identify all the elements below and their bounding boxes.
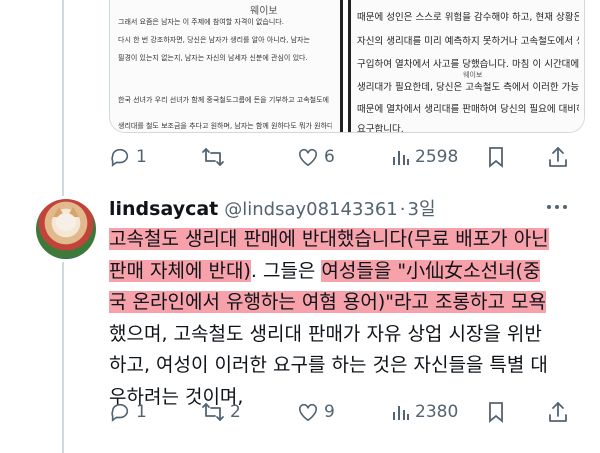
retweet-count: 2 [230,402,241,422]
thread-connector-bottom [62,262,64,453]
like-button[interactable]: 9 [297,402,335,422]
bar-chart-icon [392,403,410,421]
heart-icon [297,402,319,422]
body-text: 했으며, 고속철도 생리대 판매가 자유 상업 시장을 위반 [109,322,542,345]
like-count: 6 [324,147,335,167]
thread-connector-top [62,0,64,196]
views-button[interactable]: 2380 [392,402,458,422]
media-text-line: 한국 선녀가 우리 선녀가 함께 중국철도그룹에 돈을 기부하고 고속철도에 [118,96,329,104]
retweet-button[interactable]: 2 [201,401,241,423]
share-icon [548,401,568,423]
like-button[interactable]: 6 [297,147,335,167]
reply-tweet-action-bar: 1 2 9 2380 [109,400,579,424]
highlighted-text: 국 온라인에서 유행하는 여혐 용어)"라고 조롱하고 모욕 [109,291,546,313]
views-button[interactable]: 2598 [392,147,458,167]
retweet-icon [201,401,225,423]
share-icon [548,146,568,168]
reply-icon [109,401,131,423]
media-watermark-left: 웨이보 [250,6,278,17]
body-text: 하고, 여성이 이러한 요구를 하는 것은 자신들을 특별 대 [109,354,548,376]
media-text-line: 생리대가 필요한데, 당신은 고속철도 측에서 이러한 가능성 [357,82,579,93]
media-watermark-right: 웨이보 [463,71,483,79]
media-image-left[interactable]: 웨이보 그래서 요즘은 남자는 이 주제에 참여할 자격이 없습니다. 다시 한… [110,0,343,132]
highlighted-text: 고속철도 생리대 판매에 반대했습니다(무료 배포가 아닌 [109,228,549,250]
tweet-body: 고속철도 생리대 판매에 반대했습니다(무료 배포가 아닌 판매 자체에 반대)… [109,224,589,413]
media-text-line: 필경이 있는지 없는지, 남자는 자신의 남세자 신분에 관심이 있다. [118,54,308,62]
separator-dot: · [399,199,406,220]
bar-chart-icon [392,148,410,166]
bookmark-button[interactable] [487,146,505,168]
tweet-media-attachment[interactable]: 웨이보 그래서 요즘은 남자는 이 주제에 참여할 자격이 없습니다. 다시 한… [109,0,585,133]
bookmark-button[interactable] [487,401,505,423]
top-tweet-action-bar: 1 6 2598 [109,145,579,169]
media-text-line: 그래서 요즘은 남자는 이 주제에 참여할 자격이 없습니다. [118,18,284,26]
reply-icon [109,146,131,168]
media-text-line: 다시 한 번 강조하자면, 당신은 남자가 생리를 알아 아니라, 남자는 [118,36,310,44]
reply-count: 1 [136,147,147,167]
highlighted-text: 판매 자체에 반대) [109,259,251,282]
tweet-time[interactable]: 3일 [408,195,436,221]
retweet-icon [201,146,225,168]
tweet-header: lindsaycat @lindsay08143361 · 3일 [109,195,436,225]
share-button[interactable] [548,401,568,423]
bookmark-icon [487,401,505,423]
avatar[interactable] [36,199,96,259]
reply-button[interactable]: 1 [109,401,147,423]
view-count: 2380 [415,402,459,422]
user-handle[interactable]: @lindsay08143361 [224,199,398,220]
reply-count: 1 [136,402,147,422]
media-text-line: 때문에 성인은 스스로 위험을 감수해야 하고, 현재 상황은 [357,12,579,23]
media-text-line: 생리대를 철도 보조금을 추다고 원하며, 남자는 함께 원하다도 뭐가 원하다 [118,122,332,130]
media-text-line: 자신의 생리대를 미리 예측하지 못하거나 고속철도에서 생리대를 [357,36,579,47]
display-name[interactable]: lindsaycat [109,198,218,220]
media-image-right[interactable]: 때문에 성인은 스스로 위험을 감수해야 하고, 현재 상황은 자신의 생리대를… [348,0,584,132]
like-count: 9 [324,402,335,422]
heart-icon [297,147,319,167]
share-button[interactable] [548,146,568,168]
retweet-button[interactable] [201,146,230,168]
body-text: . 그들은 [250,259,322,282]
highlighted-text: 여성들을 "小仙女소선녀(중 [321,259,541,282]
more-options-icon[interactable] [545,202,569,212]
media-text-line: 구입하여 열차에서 사고를 당했습니다. 마침 이 시간대에 [357,59,579,70]
media-text-line: 요구합니다. [357,124,404,132]
bookmark-icon [487,146,505,168]
reply-button[interactable]: 1 [109,146,147,168]
view-count: 2598 [415,147,459,167]
media-text-line: 때문에 열차에서 생리대를 판매하여 당신의 필요에 대비하도록 [357,104,579,115]
